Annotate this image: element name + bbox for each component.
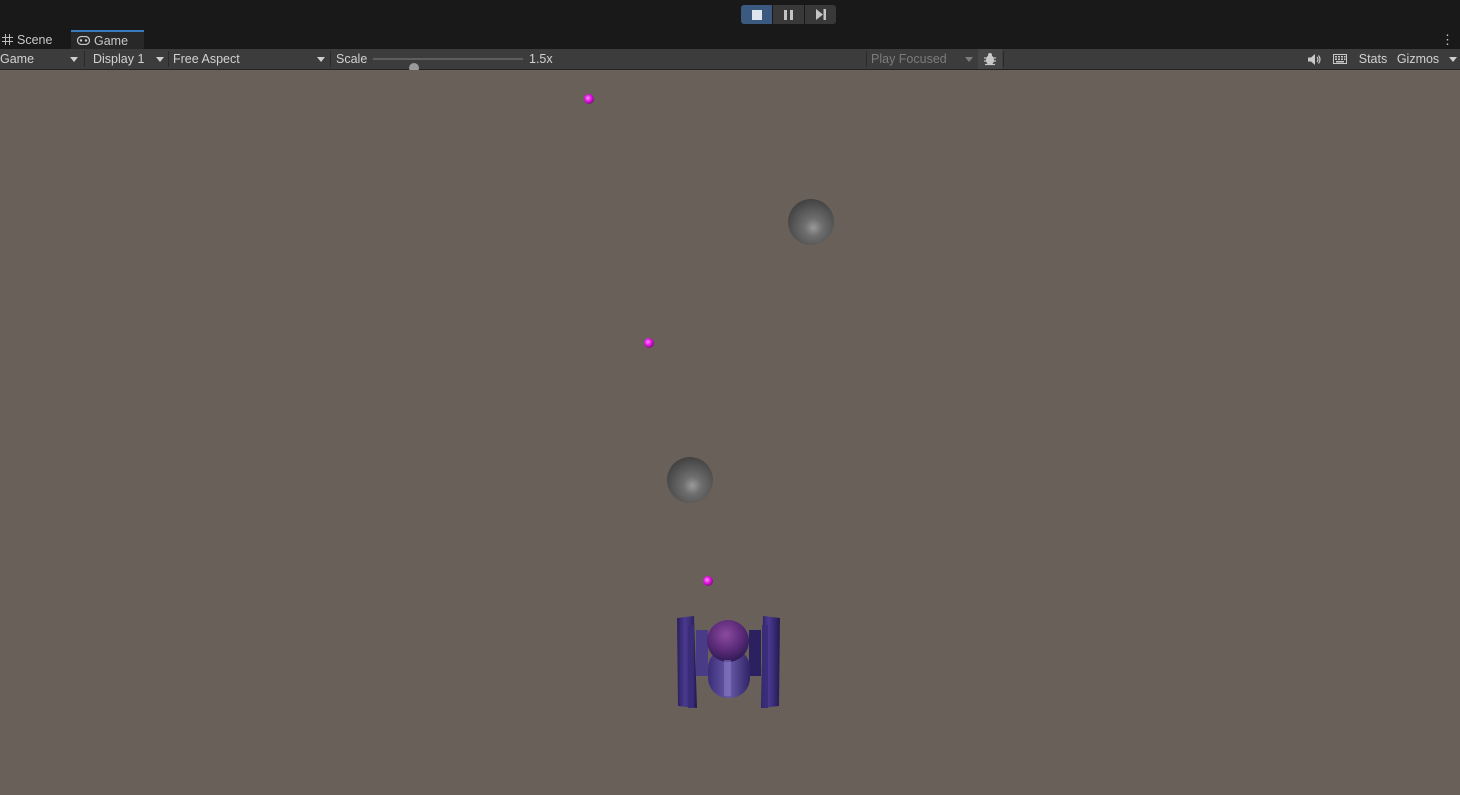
tab-scene-label: Scene (17, 32, 53, 47)
bug-icon (984, 53, 996, 66)
display-dropdown-value: Display 1 (93, 52, 145, 66)
gizmos-dropdown[interactable] (1444, 49, 1460, 69)
chevron-down-icon (1449, 57, 1457, 62)
aspect-dropdown[interactable]: Free Aspect (168, 49, 329, 69)
debug-button[interactable] (978, 49, 1002, 69)
scale-value: 1.5x (529, 52, 553, 66)
divider (330, 51, 331, 67)
aspect-dropdown-value: Free Aspect (173, 52, 240, 66)
asteroid (667, 457, 713, 503)
mode-dropdown[interactable]: Game (0, 49, 82, 69)
tab-game[interactable]: Game (71, 30, 144, 49)
tab-game-label: Game (94, 33, 129, 48)
chevron-down-icon (70, 57, 78, 62)
play-toolbar (0, 0, 1460, 30)
projectile (644, 338, 654, 348)
gamepad-icon (77, 36, 90, 45)
chevron-down-icon (156, 57, 164, 62)
player-ship (677, 616, 780, 708)
keyboard-icon (1333, 54, 1347, 64)
game-viewport[interactable] (0, 70, 1460, 795)
mute-audio-button[interactable] (1303, 49, 1325, 69)
pause-button[interactable] (773, 5, 804, 24)
scale-slider[interactable] (373, 58, 523, 73)
projectile (703, 576, 713, 586)
tab-scene[interactable]: Scene (2, 30, 68, 49)
step-icon (815, 9, 826, 20)
display-dropdown[interactable]: Display 1 (87, 49, 168, 69)
speaker-icon (1307, 53, 1321, 65)
gizmos-button[interactable]: Gizmos (1393, 49, 1443, 69)
play-stop-button[interactable] (741, 5, 772, 24)
game-scene (584, 94, 834, 708)
game-view-toolbar: Game Display 1 Free Aspect Scale 1.5x Pl… (0, 49, 1460, 73)
asteroid (788, 199, 834, 245)
divider (84, 51, 85, 67)
more-options-icon[interactable]: ⋮ (1441, 32, 1454, 48)
chevron-down-icon (965, 57, 973, 62)
projectile (584, 94, 594, 104)
stats-button[interactable]: Stats (1354, 49, 1392, 69)
window-tab-bar: Scene Game ⋮ (0, 30, 1460, 49)
play-mode-dropdown-value: Play Focused (871, 52, 947, 66)
grid-icon (2, 34, 13, 45)
stop-icon (751, 9, 762, 20)
scale-label: Scale (336, 52, 368, 66)
divider (1003, 51, 1004, 67)
chevron-down-icon (317, 57, 325, 62)
keyboard-shortcuts-button[interactable] (1328, 49, 1352, 69)
pause-icon (784, 9, 793, 20)
step-button[interactable] (805, 5, 836, 24)
play-mode-dropdown[interactable]: Play Focused (866, 49, 977, 69)
mode-dropdown-value: Game (0, 52, 35, 66)
